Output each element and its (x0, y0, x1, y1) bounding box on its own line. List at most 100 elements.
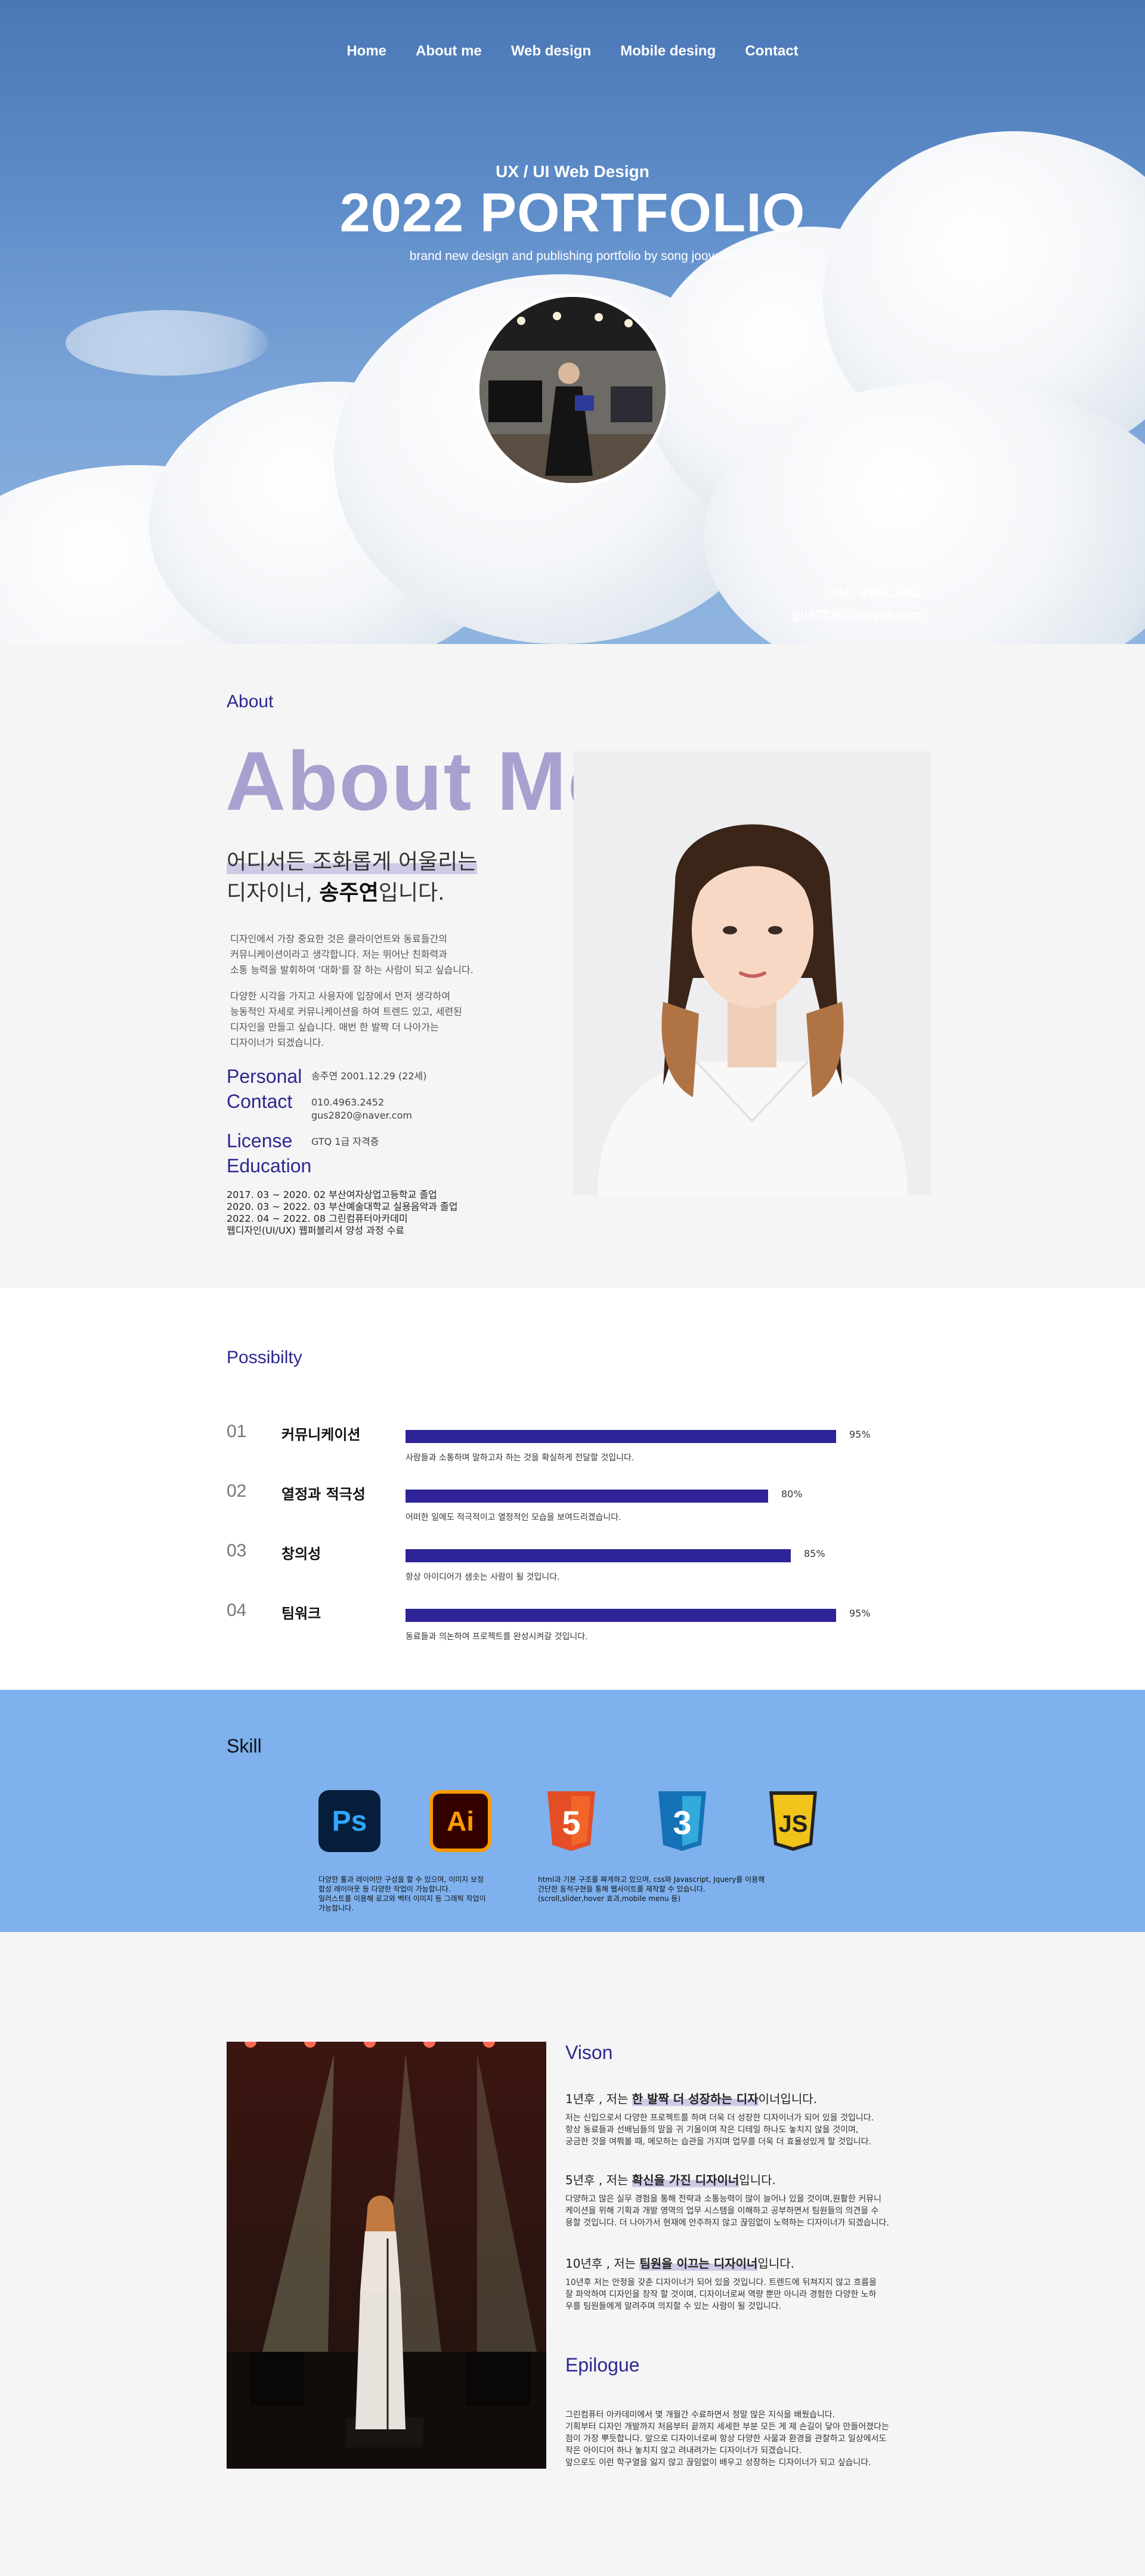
paragraph-line: 디자인을 만들고 싶습니다. 매번 한 발짝 더 나아가는 (230, 1021, 439, 1033)
vision-section: Vison 1년후 , 저는 한 발짝 더 성장하는 디자이너입니다. 저는 신… (0, 1932, 1145, 2576)
epilogue-line: 그린컴퓨터 아카데미에서 몇 개월간 수료하면서 정말 많은 지식을 배웠습니다… (565, 2410, 835, 2420)
progress-track (406, 1430, 859, 1443)
nav-web-design[interactable]: Web design (511, 43, 591, 60)
possibility-row: 03 창의성 85% 항상 아이디어가 샘솟는 사람이 될 것입니다. (0, 1541, 1145, 1589)
education-list: 2017. 03 ~ 2020. 02 부산여자상업고등학교 졸업 2020. … (227, 1189, 457, 1237)
skill-desc-line: 다양한 툴과 레이어만 구성을 할 수 있으며, 이미지 보정 (318, 1875, 484, 1884)
vision-5year-text: 다양하고 많은 실무 경험을 통해 전략과 소통능력이 많이 늘어나 있을 것이… (565, 2193, 917, 2229)
tagline-line1: 어디서든 조화롭게 어울리는 (227, 850, 478, 874)
about-section: About About Me 어디서든 조화롭게 어울리는 디자이너, 송주연입… (0, 644, 1145, 1288)
vision-text-line: 케이션을 위해 기획과 개발 영역의 업무 시스템을 이해하고 공부하면서 팀원… (565, 2206, 879, 2216)
skill-desc-design: 다양한 툴과 레이어만 구성을 할 수 있으며, 이미지 보정 합성 레이아웃 … (318, 1875, 486, 1913)
license-label: License (227, 1130, 293, 1151)
css3-icon: 3 (658, 1791, 706, 1851)
tagline-line2-pre: 디자이너, (227, 881, 320, 905)
vision-text-line: 궁금한 것을 여쭤볼 때, 메모하는 습관을 가지며 업무를 더욱 더 효율성있… (565, 2137, 872, 2147)
skill-desc-line: (scroll,slider,hover 효과,mobile menu 등) (538, 1894, 681, 1903)
paragraph-line: 다양한 시각을 가지고 사용자에 입장에서 먼저 생각하여 (230, 990, 451, 1002)
possibility-row: 04 팀워크 95% 동료들과 의논하여 프로젝트를 완성시켜갈 것입니다. (0, 1600, 1145, 1648)
personal-value: 송주연 2001.12.29 (22세) (311, 1070, 427, 1082)
profile-avatar (476, 293, 669, 487)
vision-title-highlight: 확신을 가진 디자이너 (632, 2173, 739, 2187)
vision-text-line: 잘 파악하여 디자인을 창작 할 것이며, 디자이너로써 역량 뿐만 아니라 경… (565, 2290, 877, 2299)
cloud-shape (66, 310, 268, 376)
vision-title-highlight: 팀원을 이끄는 디자이너 (639, 2256, 758, 2271)
education-item: 웹디자인(UI/UX) 웹퍼블리셔 양성 과정 수료 (227, 1225, 405, 1236)
progress-track (406, 1549, 859, 1562)
photoshop-icon: Ps (318, 1790, 380, 1852)
possibility-row: 02 열정과 적극성 80% 어떠한 일에도 적극적이고 열정적인 모습을 보여… (0, 1481, 1145, 1529)
possibility-name: 창의성 (281, 1546, 321, 1562)
tagline-name: 송주연 (319, 881, 379, 905)
vision-heading: Vison (565, 2042, 613, 2063)
hero-title: 2022 PORTFOLIO (339, 182, 806, 243)
progress-track (406, 1609, 859, 1622)
nav-mobile-design[interactable]: Mobile desing (620, 43, 716, 60)
html5-icon: 5 (547, 1791, 595, 1851)
epilogue-text: 그린컴퓨터 아카데미에서 몇 개월간 수료하면서 정말 많은 지식을 배웠습니다… (565, 2409, 917, 2469)
epilogue-line: 기획부터 디자인 개발까지 처음부터 끝까지 세세한 부분 모든 게 제 손길이… (565, 2422, 889, 2432)
paragraph-line: 커뮤니케이션이라고 생각합니다. 저는 뛰어난 친화력과 (230, 949, 447, 960)
paragraph-line: 능동적인 자세로 커뮤니케이션을 하여 트렌드 있고, 세련된 (230, 1006, 462, 1017)
hero-subtitle: UX / UI Web Design (496, 162, 649, 181)
possibility-number: 01 (227, 1422, 247, 1441)
vision-text-line: 저는 신입으로서 다양한 프로젝트를 하며 더욱 더 성장한 디자이너가 되어 … (565, 2113, 874, 2123)
education-item: 2022. 04 ~ 2022. 08 그린컴퓨터아카데미 (227, 1213, 408, 1224)
stage-performance-image (227, 2042, 546, 2469)
progress-percent: 95% (849, 1608, 871, 1619)
graduation-photo-image (479, 297, 666, 483)
progress-bar (406, 1490, 768, 1503)
hero-phone: 010. 4963.2452 (831, 586, 922, 600)
progress-bar (406, 1430, 836, 1443)
skill-desc-line: 일러스트를 이용해 로고와 벡터 이미지 등 그래픽 작업이 (318, 1894, 486, 1903)
nav-about[interactable]: About me (416, 43, 482, 60)
stage-photo (227, 2042, 546, 2469)
possibility-desc: 어떠한 일에도 적극적이고 열정적인 모습을 보여드리겠습니다. (406, 1513, 621, 1522)
about-paragraph-2: 다양한 시각을 가지고 사용자에 입장에서 먼저 생각하여 능동적인 자세로 커… (230, 989, 505, 1051)
vision-title-highlight: 한 발짝 더 성장하는 디자 (632, 2092, 759, 2106)
contact-phone: 010.4963.2452 (311, 1097, 385, 1108)
hero-email[interactable]: gus2820@naver.com (792, 607, 922, 623)
epilogue-line: 앞으로도 이런 학구열을 잃지 않고 끊임없이 배우고 성장하는 디자이너가 되… (565, 2458, 871, 2467)
possibility-name: 팀워크 (281, 1605, 321, 1622)
html5-icon-label: 5 (562, 1804, 580, 1841)
profile-photo (574, 751, 930, 1195)
epilogue-line: 작은 아이디어 하나 놓치지 않고 려내려가는 디자이너가 되겠습니다. (565, 2446, 802, 2456)
skill-section: Skill Ps Ai 5 3 JS 다양한 툴과 레이어만 구성을 할 수 있… (0, 1690, 1145, 1932)
skill-desc-web: html과 기본 구조를 짜게하고 있으며, css와 Javascript, … (538, 1875, 765, 1903)
skill-desc-line: html과 기본 구조를 짜게하고 있으며, css와 Javascript, … (538, 1875, 765, 1884)
possibility-number: 02 (227, 1481, 247, 1501)
paragraph-line: 소통 능력을 발휘하여 '대화'를 잘 하는 사람이 되고 싶습니다. (230, 964, 474, 976)
contact-label: Contact (227, 1091, 293, 1112)
epilogue-line: 점이 가장 뿌듯합니다. 앞으로 디자이너로써 항상 다양한 사물과 환경을 관… (565, 2434, 887, 2444)
vision-text-line: 용할 것입니다. 더 나아가서 현재에 안주하지 않고 끊임없이 노력하는 디자… (565, 2218, 889, 2228)
about-heading: About Me (225, 734, 615, 828)
contact-email[interactable]: gus2820@naver.com (311, 1109, 412, 1122)
vision-5year-title: 5년후 , 저는 확신을 가진 디자이너입니다. (565, 2171, 776, 2188)
illustrator-icon-label: Ai (447, 1806, 474, 1837)
education-item: 2020. 03 ~ 2022. 03 부산예술대학교 실용음악과 졸업 (227, 1201, 458, 1212)
progress-bar (406, 1609, 836, 1622)
main-nav: Home About me Web design Mobile desing C… (0, 43, 1145, 60)
possibility-section: Possibilty 01 커뮤니케이션 95% 사람들과 소통하며 말하고자 … (0, 1288, 1145, 1690)
vision-text-line: 10년후 저는 안정을 갖춘 디자이너가 되어 있을 것입니다. 트렌드에 뒤쳐… (565, 2278, 877, 2287)
about-paragraph-1: 디자인에서 가장 중요한 것은 클라이언트와 동료들간의 커뮤니케이션이라고 생… (230, 931, 505, 978)
possibility-section-label: Possibilty (227, 1348, 302, 1367)
nav-home[interactable]: Home (346, 43, 386, 60)
hero-description: brand new design and publishing portfoli… (409, 249, 736, 263)
possibility-number: 03 (227, 1541, 247, 1561)
vision-title-pre: 1년후 , 저는 (565, 2092, 632, 2106)
vision-text-line: 다양하고 많은 실무 경험을 통해 전략과 소통능력이 많이 늘어나 있을 것이… (565, 2194, 881, 2204)
paragraph-line: 디자인에서 가장 중요한 것은 클라이언트와 동료들간의 (230, 933, 447, 945)
hero-section: Home About me Web design Mobile desing C… (0, 0, 1145, 644)
javascript-icon-label: JS (779, 1811, 808, 1837)
about-tagline: 어디서든 조화롭게 어울리는 디자이너, 송주연입니다. (227, 847, 478, 909)
tagline-line2-post: 입니다. (378, 881, 445, 905)
vision-1year-title: 1년후 , 저는 한 발짝 더 성장하는 디자이너입니다. (565, 2089, 817, 2107)
possibility-name: 커뮤니케이션 (281, 1426, 361, 1443)
education-label: Education (227, 1155, 312, 1176)
nav-contact[interactable]: Contact (745, 43, 798, 60)
vision-title-pre: 10년후 , 저는 (565, 2256, 640, 2271)
vision-title-pre: 5년후 , 저는 (565, 2173, 632, 2187)
vision-10year-title: 10년후 , 저는 팀원을 이끄는 디자이너입니다. (565, 2254, 794, 2271)
